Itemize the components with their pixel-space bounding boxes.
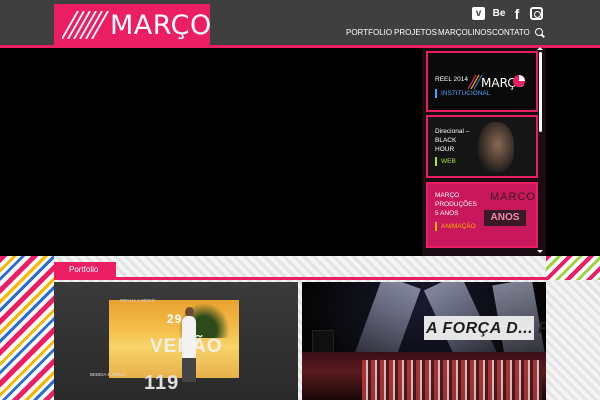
portfolio-section-tab: Portfolio: [54, 262, 116, 278]
reel-item-title-line-1: MARÇO: [435, 192, 460, 199]
decorative-stripes-right: [546, 256, 600, 280]
thumbnail-score: 119: [144, 372, 180, 394]
facebook-icon[interactable]: f: [512, 6, 522, 22]
reel-item-tag: WEB: [435, 157, 456, 166]
reel-item-tag: INSTITUCIONAL: [435, 89, 490, 98]
scroll-up-icon[interactable]: [537, 47, 543, 50]
reel-item-reel-2014[interactable]: REEL 2014 MARÇO INSTITUCIONAL: [426, 51, 538, 112]
thumbnail-number: 29: [167, 312, 183, 326]
nav-item-portfolio[interactable]: PORTFOLIO: [346, 28, 392, 37]
nav-item-contato[interactable]: CONTATO: [492, 28, 530, 37]
portfolio-item-show[interactable]: A FORÇA D... FAZ: [302, 282, 546, 400]
instagram-icon[interactable]: [530, 7, 543, 20]
reel-item-title-line-3: 5 ANOS: [435, 210, 459, 217]
behance-icon[interactable]: Be: [492, 7, 506, 20]
scroll-down-icon[interactable]: [537, 250, 543, 253]
reel-item-title-line-1: Direcional –: [435, 128, 470, 135]
reel-item-marco-5-anos[interactable]: MARCO ANOS MARÇO PRODUÇÕES 5 ANOS ANIMAÇ…: [426, 182, 538, 248]
presenter-figure: [182, 316, 196, 360]
logo-text: MARÇO: [110, 10, 210, 41]
portfolio-divider: [54, 277, 546, 280]
portfolio-item-verao[interactable]: BRILHA A SÉRIO 29 VERÃO BEBIDA É SÉRIO 1…: [54, 282, 298, 400]
reel-list-scrollbar[interactable]: [539, 52, 542, 132]
decorative-stripes-left: [0, 256, 54, 400]
reel-item-title-line-3: HOUR: [435, 146, 455, 153]
logo[interactable]: MARÇO: [54, 4, 210, 45]
vimeo-icon[interactable]: v: [472, 7, 485, 20]
reel-item-direcional-black-hour[interactable]: Direcional – BLACK HOUR WEB: [426, 115, 538, 178]
portrait-image: [478, 122, 514, 172]
logo-stripes-icon: [62, 11, 109, 39]
anniversary-art-marco: MARCO: [490, 191, 536, 203]
nav-item-projetos[interactable]: PROJETOS: [394, 28, 437, 37]
video-player[interactable]: [54, 48, 422, 256]
reel-item-title-line-2: BLACK: [435, 137, 457, 144]
reel-item-tag: ANIMAÇÃO: [435, 222, 476, 231]
search-icon[interactable]: [535, 28, 543, 36]
stage-banner-text: A FORÇA D... FAZ: [426, 320, 546, 337]
anniversary-art-anos: ANOS: [484, 210, 526, 226]
thumbnail-caption: BEBIDA É SÉRIO: [90, 372, 126, 377]
reel-item-title: REEL 2014: [435, 76, 469, 83]
band-on-stage: [362, 360, 542, 400]
thumbnail-corner-text: BRILHA A SÉRIO: [120, 298, 156, 303]
reel-item-title-line-2: PRODUÇÕES: [435, 201, 477, 208]
nav-item-marcolinos[interactable]: MARÇOLINOS: [438, 28, 492, 37]
